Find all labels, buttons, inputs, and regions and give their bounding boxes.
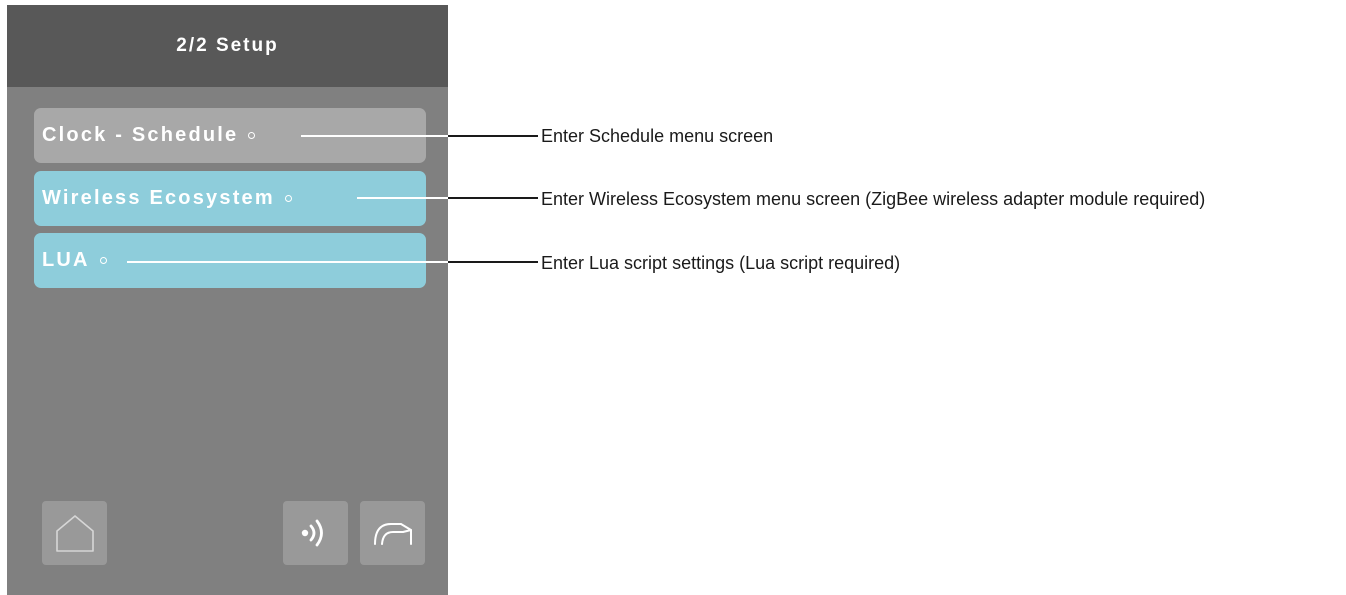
connector-dot: [248, 132, 256, 139]
lua-label: LUA: [42, 249, 90, 271]
callout-lua: Enter Lua script settings (Lua script re…: [541, 253, 901, 273]
callout-clock-schedule: Enter Schedule menu screen: [541, 126, 774, 146]
leader-line: [448, 135, 538, 137]
home-icon: [55, 515, 94, 552]
leader-line: [448, 197, 538, 199]
connector-dot: [99, 257, 107, 264]
screen-header: 2/2 Setup: [7, 5, 448, 87]
clock-schedule-label: Clock - Schedule: [42, 124, 239, 146]
home-button[interactable]: [42, 501, 107, 565]
connector-dot: [284, 195, 292, 202]
wireless-ecosystem-label: Wireless Ecosystem: [42, 187, 275, 209]
leader-line: [448, 261, 538, 263]
wireless-button[interactable]: [283, 501, 348, 565]
callout-wireless-ecosystem: Enter Wireless Ecosystem menu screen (Zi…: [541, 189, 1206, 209]
leader-line: [127, 261, 448, 263]
thermostat-screen: 2/2 Setup Clock - Schedule Wireless Ecos…: [7, 5, 448, 595]
forward-arrow-icon: [373, 523, 412, 545]
leader-line: [301, 135, 448, 137]
leader-line: [357, 197, 448, 199]
wireless-signal-icon: [301, 519, 323, 547]
page-title: 2/2 Setup: [176, 35, 279, 56]
forward-button[interactable]: [360, 501, 425, 565]
